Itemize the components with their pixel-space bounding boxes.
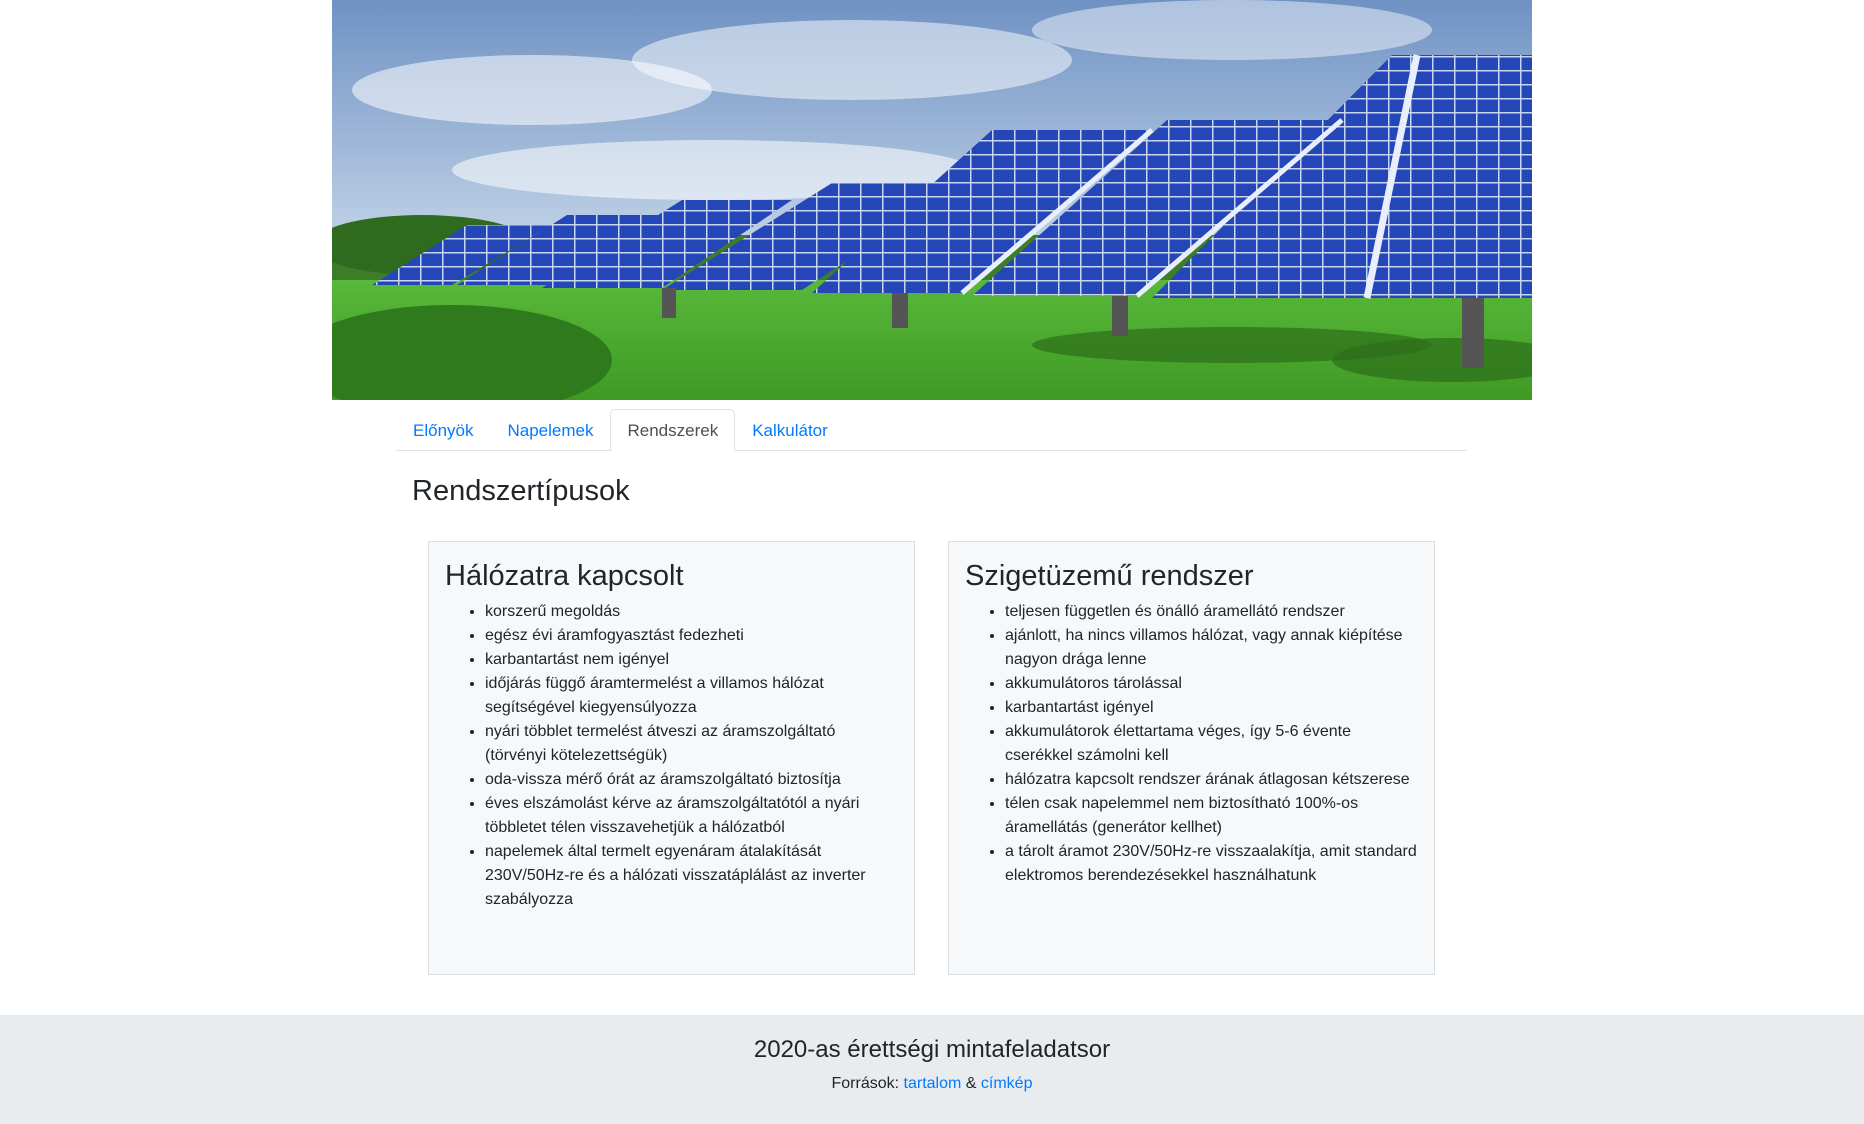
- feature-list: korszerű megoldás egész évi áramfogyaszt…: [445, 600, 898, 912]
- footer-title: 2020-as érettségi mintafeladatsor: [753, 1036, 1111, 1063]
- list-item: akkumulátoros tárolással: [1005, 672, 1418, 696]
- list-item: időjárás függő áramtermelést a villamos …: [485, 672, 898, 720]
- list-item: teljesen független és önálló áramellátó …: [1005, 600, 1418, 624]
- footer: 2020-as érettségi mintafeladatsor Forrás…: [0, 1015, 1864, 1124]
- card-grid-connected: Hálózatra kapcsolt korszerű megoldás egé…: [428, 541, 915, 975]
- list-item: karbantartást igényel: [1005, 696, 1418, 720]
- tab-napelemek[interactable]: Napelemek: [490, 409, 610, 451]
- nav-tabs: Előnyök Napelemek Rendszerek Kalkulátor: [396, 408, 1467, 451]
- list-item: a tárolt áramot 230V/50Hz-re visszaalakí…: [1005, 840, 1418, 888]
- tab-rendszerek[interactable]: Rendszerek: [610, 409, 736, 451]
- list-item: éves elszámolást kérve az áramszolgáltat…: [485, 792, 898, 840]
- list-item: akkumulátorok élettartama véges, így 5-6…: [1005, 720, 1418, 768]
- list-item: karbantartást nem igényel: [485, 648, 898, 672]
- page-title: Rendszertípusok: [412, 475, 630, 507]
- tab-elonyok[interactable]: Előnyök: [396, 409, 490, 451]
- list-item: egész évi áramfogyasztást fedezheti: [485, 624, 898, 648]
- sources-label: Források:: [831, 1075, 900, 1092]
- list-item: oda-vissza mérő órát az áramszolgáltató …: [485, 768, 898, 792]
- header-banner-image: [332, 0, 1532, 400]
- link-cimkep[interactable]: címkép: [981, 1075, 1033, 1092]
- sources-separator: &: [965, 1075, 977, 1092]
- list-item: nyári többlet termelést átveszi az árams…: [485, 720, 898, 768]
- footer-sources: Források: tartalom & címkép: [0, 1073, 1864, 1095]
- list-item: ajánlott, ha nincs villamos hálózat, vag…: [1005, 624, 1418, 672]
- solar-panels-illustration: [332, 0, 1532, 400]
- feature-list: teljesen független és önálló áramellátó …: [965, 600, 1418, 888]
- tab-kalkulator[interactable]: Kalkulátor: [735, 409, 845, 451]
- link-tartalom[interactable]: tartalom: [904, 1075, 962, 1092]
- list-item: korszerű megoldás: [485, 600, 898, 624]
- card-off-grid: Szigetüzemű rendszer teljesen független …: [948, 541, 1435, 975]
- list-item: napelemek által termelt egyenáram átalak…: [485, 840, 898, 912]
- list-item: télen csak napelemmel nem biztosítható 1…: [1005, 792, 1418, 840]
- card-title: Szigetüzemű rendszer: [965, 560, 1254, 592]
- list-item: hálózatra kapcsolt rendszer árának átlag…: [1005, 768, 1418, 792]
- card-title: Hálózatra kapcsolt: [445, 560, 684, 592]
